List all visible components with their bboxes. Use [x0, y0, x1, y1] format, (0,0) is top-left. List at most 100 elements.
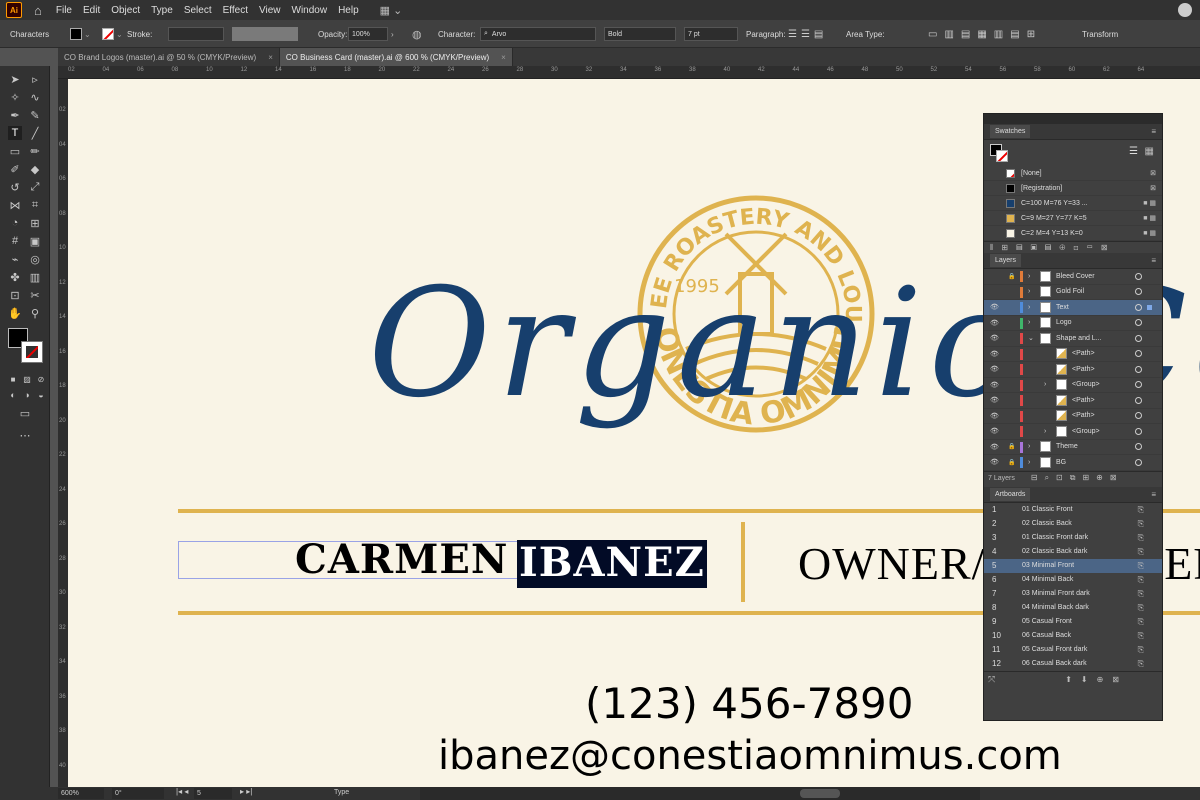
eye-icon[interactable]: 👁: [990, 396, 999, 404]
target-icon[interactable]: [1135, 381, 1142, 389]
font-family-field[interactable]: ⌕ Arvo: [480, 27, 596, 41]
target-icon[interactable]: [1135, 443, 1142, 451]
none-mode-icon[interactable]: ⊘: [34, 372, 48, 386]
stroke-weight-field[interactable]: [168, 27, 224, 41]
first-artboard-icon[interactable]: |◂ ◂: [176, 787, 188, 796]
artboards-tab[interactable]: Artboards: [990, 487, 1031, 501]
blend-tool-icon[interactable]: ◎: [28, 252, 42, 266]
artboard-options-icon[interactable]: ⎘: [1138, 617, 1144, 627]
artboard-options-icon[interactable]: ⎘: [1138, 561, 1144, 571]
target-icon[interactable]: [1135, 412, 1142, 420]
align-buttons[interactable]: ☰☰▤: [788, 27, 827, 41]
eraser-tool-icon[interactable]: ◆: [28, 162, 42, 176]
draw-inside-icon[interactable]: ◒: [34, 388, 48, 402]
artboard-row[interactable]: 10 06 Casual Back ⎘: [984, 629, 1162, 643]
rotate-tool-icon[interactable]: ↺: [8, 180, 22, 194]
layer-row[interactable]: 👁 🔒 › BG: [984, 455, 1162, 471]
eyedropper-tool-icon[interactable]: ⌁: [8, 252, 22, 266]
chevron-down-icon[interactable]: ⌄: [1028, 334, 1034, 342]
eye-icon[interactable]: 👁: [990, 458, 999, 466]
swatch-stroke-indicator[interactable]: [996, 150, 1008, 162]
artboard-row[interactable]: 1 01 Classic Front ⎘: [984, 503, 1162, 517]
chevron-right-icon[interactable]: ›: [1028, 319, 1030, 326]
user-icon[interactable]: [1178, 3, 1192, 17]
selection-tool-icon[interactable]: ➤: [8, 72, 22, 86]
artboard-row[interactable]: 2 02 Classic Back ⎘: [984, 517, 1162, 531]
mesh-tool-icon[interactable]: #: [8, 234, 22, 248]
eye-icon[interactable]: 👁: [990, 303, 999, 311]
color-mode-icon[interactable]: ■: [6, 372, 20, 386]
menu-select[interactable]: Select: [184, 5, 212, 16]
lock-icon[interactable]: 🔒: [1008, 459, 1015, 466]
swatch-row[interactable]: C=2 M=4 Y=13 K=0 ■ ▦: [984, 226, 1162, 241]
layers-tab[interactable]: Layers: [990, 254, 1022, 267]
vertical-ruler[interactable]: 02 04 06 08 10 12 14 16 18 20 22 24 26 28 30 32 34 36 38 40: [58, 79, 68, 787]
target-icon[interactable]: [1135, 288, 1142, 296]
artboard-row[interactable]: 12 06 Casual Back dark ⎘: [984, 657, 1162, 671]
gradient-mode-icon[interactable]: ▨: [20, 372, 34, 386]
target-icon[interactable]: [1135, 334, 1142, 342]
free-transform-tool-icon[interactable]: ⌗: [28, 198, 42, 212]
transform-button[interactable]: Transform: [1082, 27, 1118, 41]
swatches-footer-icons[interactable]: ⫴⊞▤▣▤⊕⊡▭⊠: [984, 241, 1162, 253]
workspace-switcher-icon[interactable]: ▦ ⌄: [380, 4, 403, 17]
magic-wand-tool-icon[interactable]: ✧: [8, 90, 22, 104]
chevron-down-icon[interactable]: ⌄: [116, 30, 123, 39]
chevron-right-icon[interactable]: ›: [1028, 288, 1030, 295]
tab-brand-logos[interactable]: CO Brand Logos (master).ai @ 50 % (CMYK/…: [58, 48, 280, 66]
eye-icon[interactable]: 👁: [990, 443, 999, 451]
chevron-right-icon[interactable]: ›: [391, 30, 394, 39]
target-icon[interactable]: [1135, 427, 1142, 435]
scale-tool-icon[interactable]: ⤢: [28, 180, 42, 194]
draw-mode-icon[interactable]: ◐: [6, 388, 20, 402]
target-icon[interactable]: [1135, 396, 1142, 404]
artboard-row[interactable]: 4 02 Classic Back dark ⎘: [984, 545, 1162, 559]
perspective-grid-tool-icon[interactable]: ⊞: [28, 216, 42, 230]
vertical-divider[interactable]: [741, 522, 745, 602]
align-objects-icons[interactable]: ▭▥▤▦▥▤⊞: [928, 27, 1042, 41]
type-tool-icon[interactable]: T: [8, 126, 22, 140]
layer-row[interactable]: 👁 › <Group>: [984, 424, 1162, 440]
zoom-tool-icon[interactable]: ⚲: [28, 306, 42, 320]
menu-file[interactable]: File: [56, 5, 72, 16]
rotation-field[interactable]: 0°: [112, 788, 164, 799]
eye-icon[interactable]: 👁: [990, 365, 999, 373]
zoom-level-field[interactable]: 600%: [58, 788, 104, 799]
layers-footer-icons[interactable]: ⊟⌕⊡⧉⊞⊕⊠: [1031, 473, 1124, 483]
shaper-tool-icon[interactable]: ✐: [8, 162, 22, 176]
layer-row[interactable]: 👁 <Path>: [984, 347, 1162, 362]
menu-edit[interactable]: Edit: [83, 5, 100, 16]
last-name-selected[interactable]: IBANEZ: [517, 540, 707, 588]
screen-mode-icon[interactable]: ▭: [18, 406, 32, 420]
chevron-down-icon[interactable]: ⌄: [84, 30, 91, 39]
swatches-tab[interactable]: Swatches: [990, 125, 1031, 138]
artboard-row[interactable]: 6 04 Minimal Back ⎘: [984, 573, 1162, 587]
eye-icon[interactable]: 👁: [990, 350, 999, 358]
curvature-tool-icon[interactable]: ✎: [28, 108, 42, 122]
chevron-right-icon[interactable]: ›: [1028, 273, 1030, 280]
artboard-options-icon[interactable]: ⎘: [1138, 533, 1144, 543]
panel-menu-icon[interactable]: ≡: [1151, 256, 1156, 265]
artboard-options-icon[interactable]: ⎘: [1138, 631, 1144, 641]
next-artboard-icon[interactable]: ▸ ▸|: [240, 787, 252, 796]
menu-object[interactable]: Object: [111, 5, 140, 16]
layer-row[interactable]: › Gold Foil: [984, 285, 1162, 300]
artboards-footer-icons[interactable]: ⬆⬇⊕⊠: [1065, 675, 1128, 684]
layer-row[interactable]: 👁 ⌄ Shape and L...: [984, 331, 1162, 347]
home-icon[interactable]: ⌂: [34, 3, 42, 18]
horizontal-scrollbar[interactable]: [420, 787, 980, 800]
target-icon[interactable]: [1135, 303, 1142, 311]
first-name[interactable]: CARMEN: [295, 536, 508, 584]
close-icon[interactable]: ×: [268, 53, 273, 62]
artboard-number-field[interactable]: 5: [194, 788, 232, 799]
layer-row[interactable]: 🔒 › Bleed Cover: [984, 269, 1162, 285]
layer-row[interactable]: 👁 › <Group>: [984, 378, 1162, 393]
menu-window[interactable]: Window: [292, 5, 328, 16]
phone-number[interactable]: (123) 456-7890: [585, 679, 914, 728]
swatch-row[interactable]: [Registration] ⊠: [984, 181, 1162, 196]
fill-color-swatch[interactable]: [70, 28, 82, 40]
layer-row[interactable]: 👁 <Path>: [984, 393, 1162, 409]
artboard-row[interactable]: 7 03 Minimal Front dark ⎘: [984, 587, 1162, 601]
line-tool-icon[interactable]: ╱: [28, 126, 42, 140]
variable-width-profile[interactable]: [232, 27, 298, 41]
